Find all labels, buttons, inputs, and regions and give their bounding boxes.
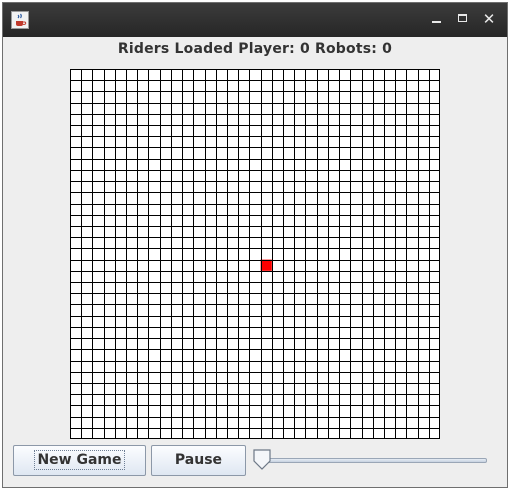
player-cell — [260, 259, 272, 271]
minimize-button[interactable] — [427, 9, 447, 29]
maximize-button[interactable] — [453, 9, 473, 29]
title-bar[interactable]: ✕ — [3, 3, 507, 37]
new-game-label: New Game — [34, 450, 125, 470]
pause-button[interactable]: Pause — [151, 445, 246, 476]
pause-label: Pause — [174, 452, 223, 468]
speed-slider[interactable] — [251, 449, 491, 473]
status-label: Riders Loaded Player: 0 Robots: 0 — [117, 41, 393, 57]
slider-track[interactable] — [255, 458, 487, 463]
game-window: ✕ Riders Loaded Player: 0 Robots: 0 New … — [2, 2, 508, 488]
close-icon: ✕ — [482, 10, 496, 28]
game-board[interactable] — [70, 69, 440, 439]
java-cup-icon[interactable] — [11, 11, 29, 29]
slider-thumb[interactable] — [253, 449, 271, 471]
minimize-icon — [432, 21, 441, 23]
board-grid — [70, 69, 440, 439]
new-game-button[interactable]: New Game — [13, 445, 146, 476]
close-button[interactable]: ✕ — [479, 9, 499, 29]
maximize-icon — [458, 14, 467, 22]
